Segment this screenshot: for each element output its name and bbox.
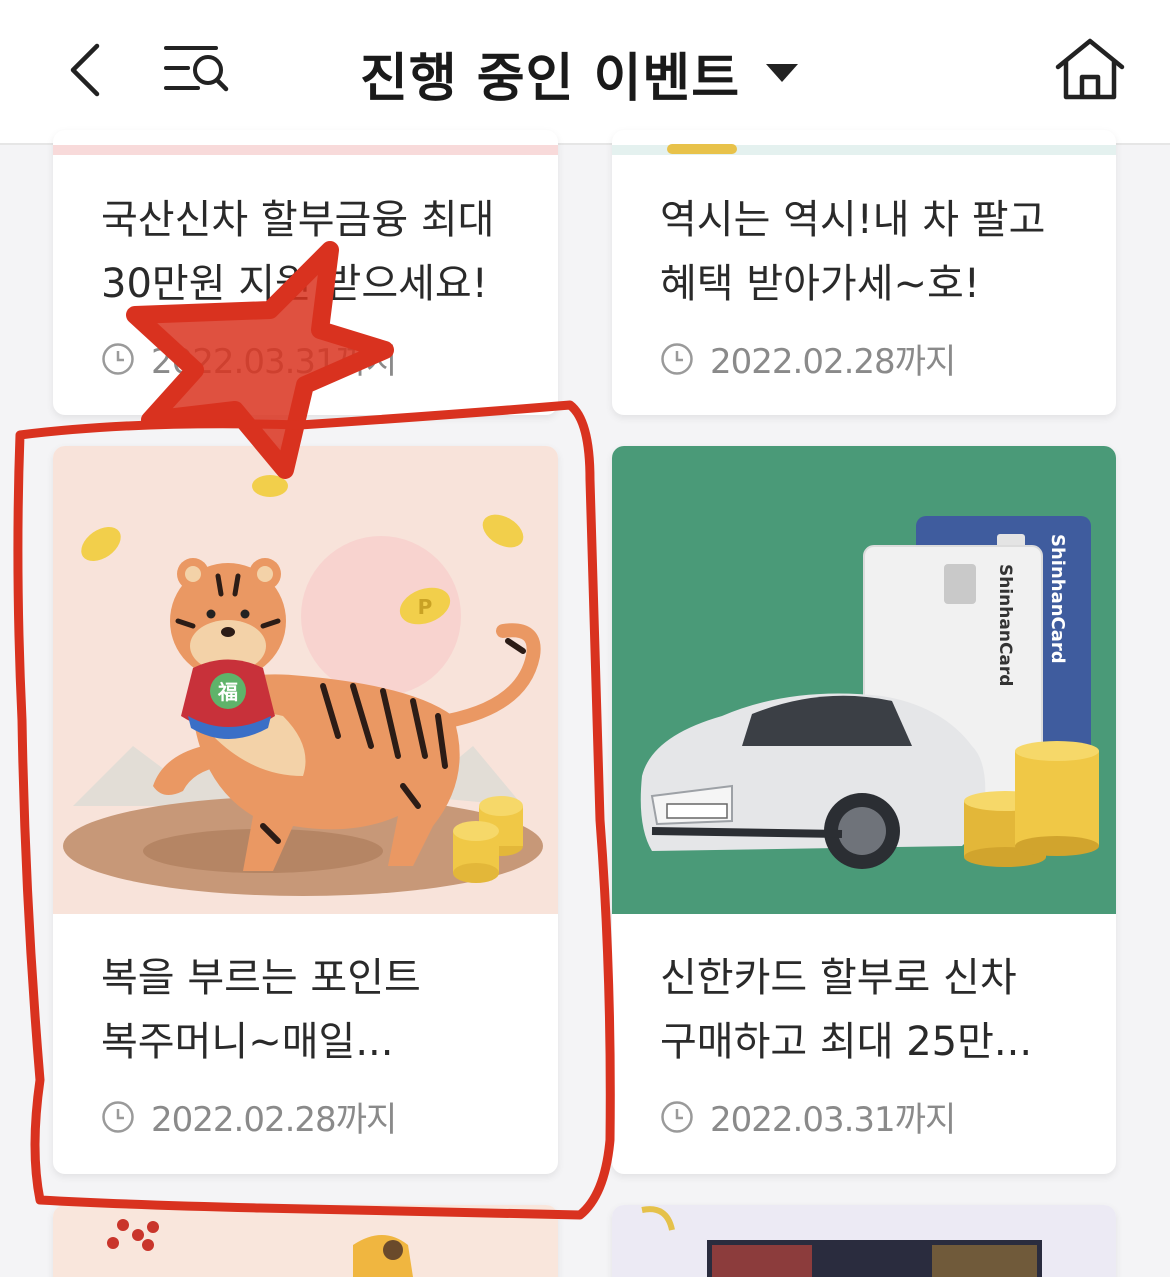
event-card[interactable]: ShinhanCard ShinhanCard 신한카드 할부로 신차 구매하고… <box>612 446 1116 1174</box>
clock-icon <box>102 342 134 375</box>
event-deadline: 2022.02.28까지 <box>101 1092 538 1141</box>
event-deadline: 2022.03.31까지 <box>660 1092 1096 1141</box>
event-date: 2022.03.31까지 <box>151 342 397 382</box>
event-date: 2022.02.28까지 <box>151 1100 397 1140</box>
banner-strip <box>53 145 558 155</box>
event-card[interactable] <box>53 1205 558 1277</box>
event-title: 구매하고 최대 25만... <box>660 1019 1033 1065</box>
event-deadline: 2022.03.31까지 <box>101 334 538 383</box>
event-title: 혜택 받아가세~호! <box>660 261 980 307</box>
clock-icon <box>102 1100 134 1133</box>
svg-text:ShinhanCard: ShinhanCard <box>1047 534 1068 664</box>
coin-fragment <box>667 144 737 154</box>
car-card-banner-image: ShinhanCard ShinhanCard <box>612 446 1116 914</box>
page-title: 진행 중인 이벤트 <box>360 48 741 109</box>
svg-text:福: 福 <box>217 680 238 704</box>
event-deadline: 2022.02.28까지 <box>660 334 1096 383</box>
event-card[interactable]: 역시는 역시!내 차 팔고 혜택 받아가세~호! 2022.02.28까지 <box>612 130 1116 415</box>
event-title: 국산신차 할부금융 최대 <box>101 197 495 243</box>
list-search-icon <box>164 46 229 92</box>
event-title: 역시는 역시!내 차 팔고 <box>660 197 1046 243</box>
tiger-banner-image: P 福 <box>53 446 558 914</box>
event-card[interactable]: 국산신차 할부금융 최대 30만원 지원 받으세요! 2022.03.31까지 <box>53 130 558 415</box>
event-card[interactable] <box>612 1205 1116 1277</box>
home-button[interactable] <box>1050 35 1130 105</box>
event-date: 2022.03.31까지 <box>710 1100 956 1140</box>
svg-text:P: P <box>418 595 433 619</box>
title-dropdown[interactable]: 진행 중인 이벤트 <box>360 38 799 109</box>
event-title: 복주머니~매일... <box>101 1019 394 1065</box>
svg-text:ShinhanCard: ShinhanCard <box>995 564 1015 686</box>
chevron-left-icon <box>70 43 100 97</box>
event-card[interactable]: P 福 복을 부르는 포인트 복주머니~매일... 2022.02.28까지 <box>53 446 558 1174</box>
home-icon <box>1055 38 1125 100</box>
event-title: 30만원 지원 받으세요! <box>101 261 488 307</box>
banner-image <box>612 1205 1116 1277</box>
banner-image <box>53 1205 558 1277</box>
back-button[interactable] <box>55 35 115 105</box>
list-search-button[interactable] <box>158 38 233 103</box>
event-title: 복을 부르는 포인트 <box>101 955 421 1001</box>
caret-down-icon <box>766 64 799 82</box>
clock-icon <box>661 342 693 375</box>
event-title: 신한카드 할부로 신차 <box>660 955 1017 1001</box>
top-app-bar: 진행 중인 이벤트 <box>0 0 1170 145</box>
event-date: 2022.02.28까지 <box>710 342 956 382</box>
clock-icon <box>661 1100 693 1133</box>
